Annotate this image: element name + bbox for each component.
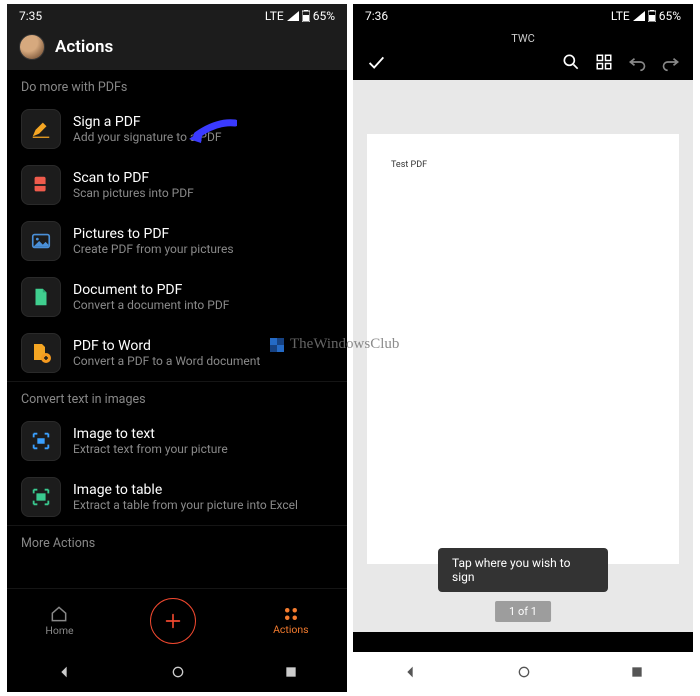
doc-convert-icon [21,333,61,373]
android-nav [353,652,693,692]
nav-home-icon[interactable] [170,664,186,680]
action-title: Sign a PDF [73,114,221,130]
plus-icon [162,610,184,632]
status-bar: 7:36 LTE 65% [353,4,693,28]
status-battery: 65% [313,9,335,23]
fab-add[interactable] [150,598,196,644]
action-subtitle: Convert a PDF to a Word document [73,354,260,368]
status-battery: 65% [659,9,681,23]
redo-icon[interactable] [661,52,681,72]
android-nav [7,652,347,692]
action-image-text[interactable]: Image to text Extract text from your pic… [7,413,347,469]
confirm-icon[interactable] [365,51,387,73]
nav-recent-icon[interactable] [630,665,644,679]
action-pdf-word[interactable]: PDF to Word Convert a PDF to a Word docu… [7,325,347,381]
action-image-table[interactable]: Image to table Extract a table from your… [7,469,347,525]
avatar[interactable] [19,34,45,60]
battery-icon [648,10,656,22]
pen-icon [21,109,61,149]
page-indicator: 1 of 1 [495,601,551,622]
action-scan-pdf[interactable]: Scan to PDF Scan pictures into PDF [7,157,347,213]
search-icon[interactable] [561,52,581,72]
nav-back-icon[interactable] [402,664,418,680]
tab-label: Actions [273,623,309,636]
tab-actions[interactable]: Actions [273,605,309,636]
section-header-pdfs: Do more with PDFs [7,70,347,101]
signal-icon [633,11,645,21]
action-title: Scan to PDF [73,170,194,186]
action-subtitle: Add your signature to a PDF [73,130,221,144]
pdf-page[interactable]: Test PDF [367,134,679,564]
tab-label: Home [45,624,73,637]
scan-icon [21,165,61,205]
action-sign-pdf[interactable]: Sign a PDF Add your signature to a PDF [7,101,347,157]
status-bar: 7:35 LTE 65% [7,4,347,28]
watermark-logo-icon [270,338,284,352]
phone-right-signer: 7:36 LTE 65% TWC Test PDF Tap where you … [353,4,693,692]
status-right: LTE 65% [611,9,681,23]
watermark-text: TheWindowsClub [290,336,399,353]
signal-icon [287,11,299,21]
grid-view-icon[interactable] [595,53,613,71]
status-time: 7:35 [19,9,42,23]
status-right: LTE 65% [265,9,335,23]
tab-home[interactable]: Home [45,604,73,637]
action-pictures-pdf[interactable]: Pictures to PDF Create PDF from your pic… [7,213,347,269]
nav-back-icon[interactable] [56,664,72,680]
action-subtitle: Scan pictures into PDF [73,186,194,200]
action-doc-pdf[interactable]: Document to PDF Convert a document into … [7,269,347,325]
sign-toast: Tap where you wish to sign [438,548,608,592]
action-title: Image to table [73,482,298,498]
action-title: Document to PDF [73,282,229,298]
home-icon [49,604,69,624]
action-title: PDF to Word [73,338,260,354]
document-title: TWC [353,28,693,45]
watermark: TheWindowsClub [270,336,399,353]
doc-icon [21,277,61,317]
pdf-sample-text: Test PDF [391,160,655,170]
action-title: Image to text [73,426,228,442]
picture-icon [21,221,61,261]
action-subtitle: Extract text from your picture [73,442,228,456]
nav-recent-icon[interactable] [284,665,298,679]
bottom-tab-bar: Home Actions [7,588,347,652]
nav-home-icon[interactable] [516,664,532,680]
action-title: Pictures to PDF [73,226,234,242]
undo-icon[interactable] [627,52,647,72]
action-subtitle: Create PDF from your pictures [73,242,234,256]
status-network: LTE [611,9,630,23]
action-subtitle: Extract a table from your picture into E… [73,498,298,512]
sign-toolbar [353,45,693,83]
page-title: Actions [55,37,113,57]
section-header-images: Convert text in images [7,381,347,413]
action-subtitle: Convert a document into PDF [73,298,229,312]
status-network: LTE [265,9,284,23]
battery-icon [302,10,310,22]
status-time: 7:36 [365,9,388,23]
image-table-icon [21,477,61,517]
image-text-icon [21,421,61,461]
section-header-more: More Actions [7,525,347,557]
grid-icon [282,605,300,623]
app-header: Actions [7,28,347,70]
